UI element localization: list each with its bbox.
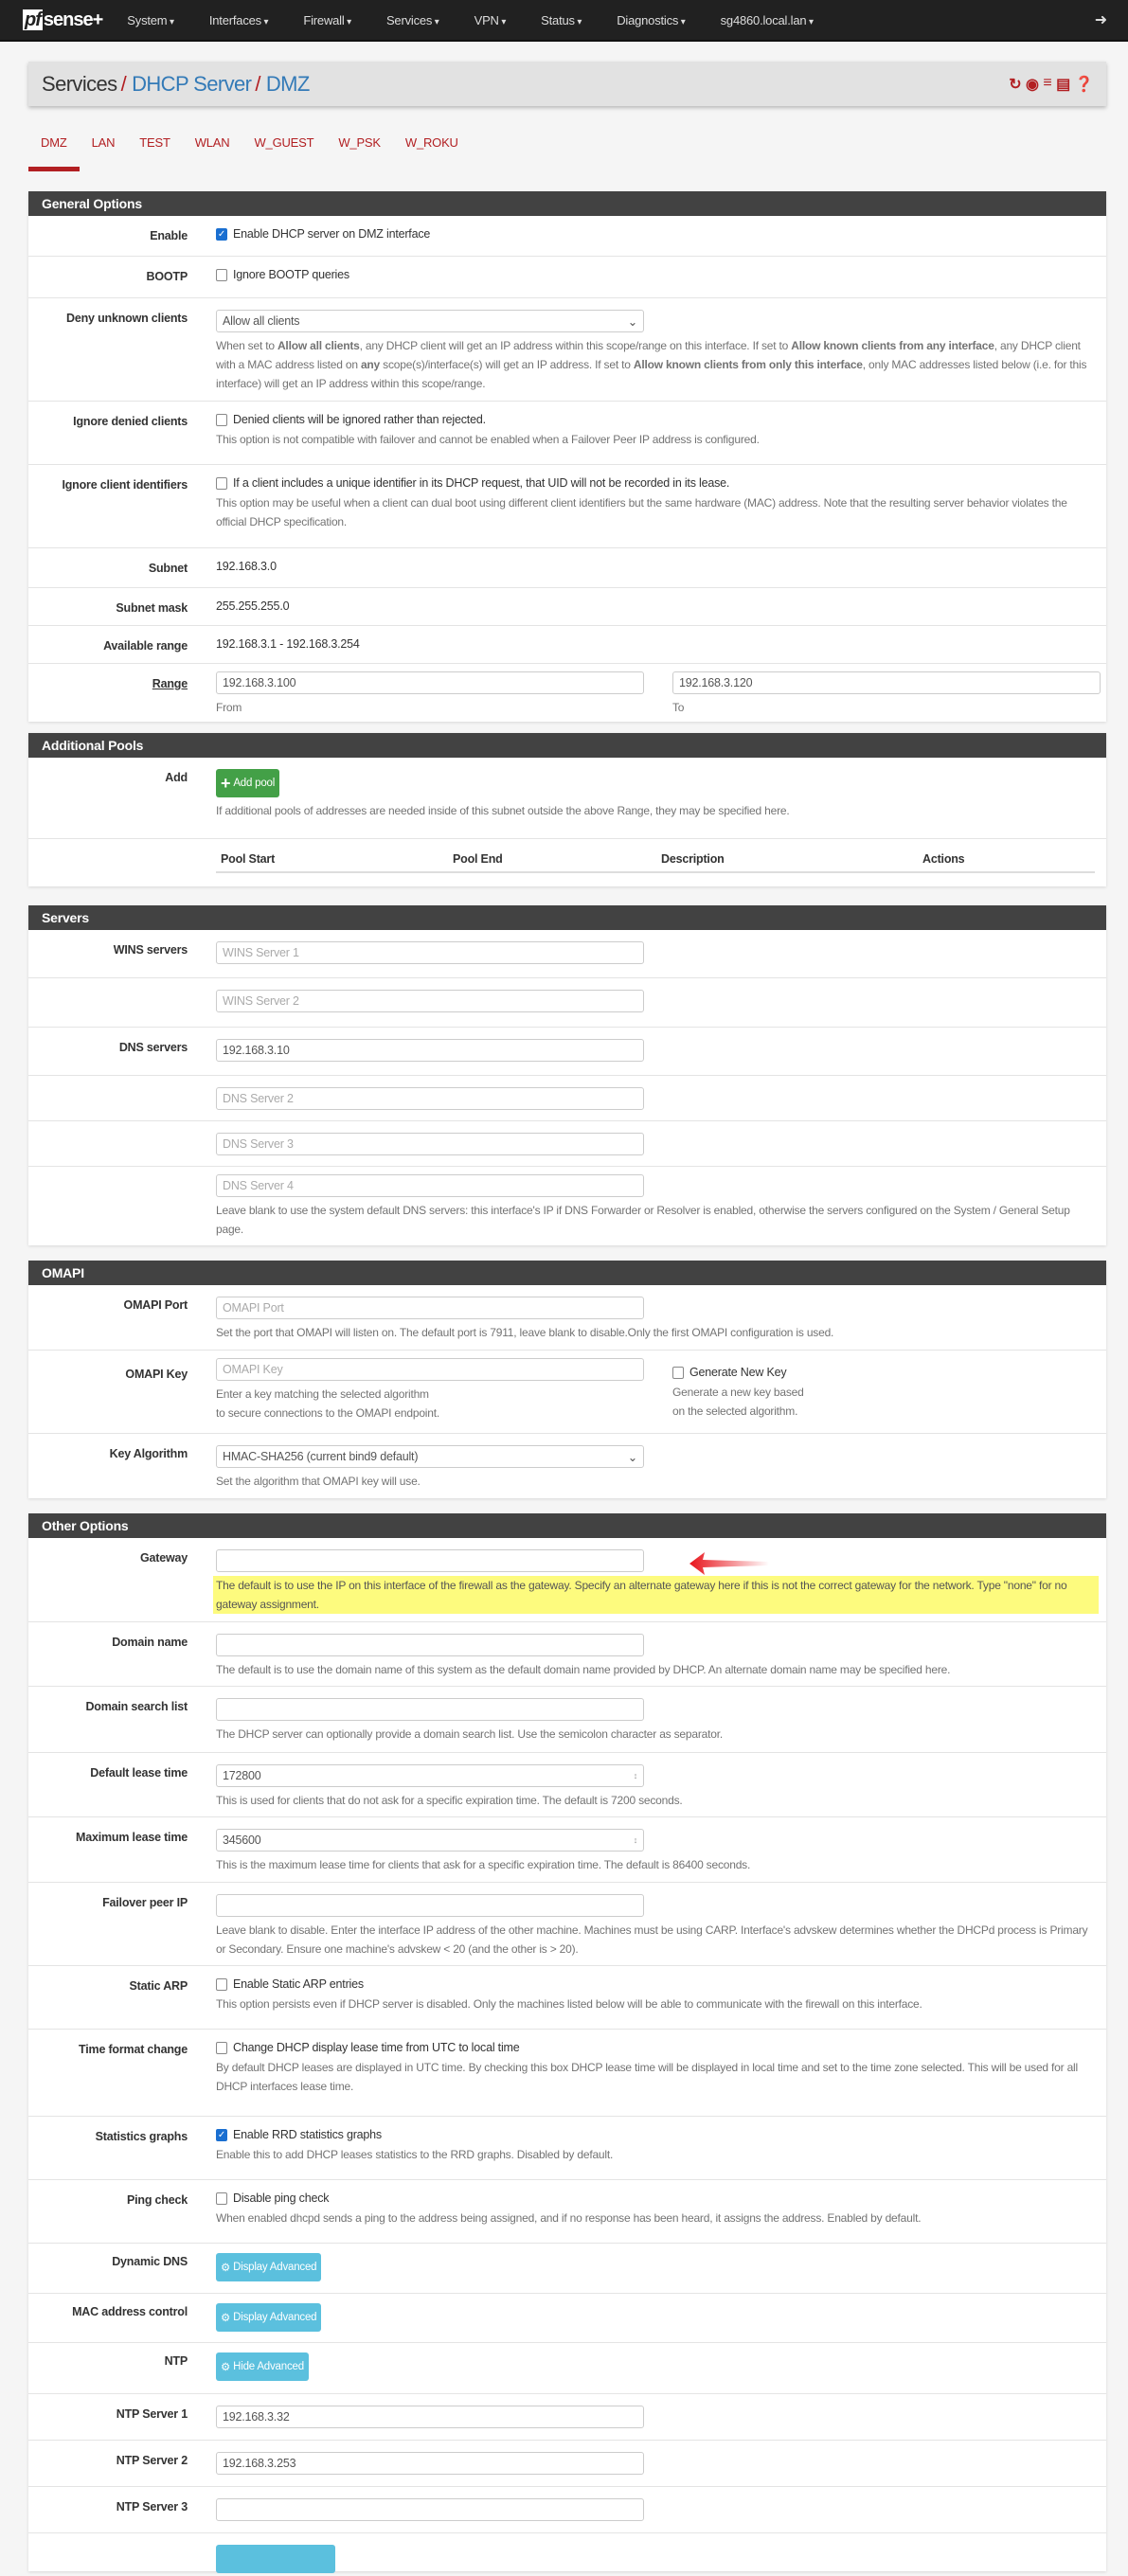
- plus-icon: +: [221, 773, 231, 793]
- section-title: General Options: [28, 191, 1106, 216]
- menu-system[interactable]: System: [127, 13, 174, 27]
- pools-table-header: Pool Start Pool End Description Actions: [216, 852, 1095, 873]
- sign-out-icon[interactable]: ➜: [1095, 10, 1107, 29]
- interface-tabs: DMZ LAN TEST WLAN W_GUEST W_PSK W_ROKU: [28, 135, 471, 171]
- static-arp-checkbox[interactable]: Enable Static ARP entries: [216, 1977, 1099, 1991]
- status-graph-icon[interactable]: ≡: [1043, 75, 1051, 94]
- gateway-input[interactable]: [216, 1549, 644, 1572]
- chevron-down-icon: ⌄: [627, 1450, 637, 1464]
- red-arrow-annotation: [689, 1552, 769, 1575]
- default-lease-time-input[interactable]: 172800 ↕: [216, 1764, 644, 1787]
- wins-server-1-input[interactable]: WINS Server 1: [216, 941, 644, 964]
- generate-new-key-checkbox[interactable]: Generate New Key: [672, 1366, 804, 1379]
- subnet-mask-value: 255.255.255.0: [216, 599, 290, 613]
- failover-peer-ip-input[interactable]: [216, 1894, 644, 1917]
- spinner-icon[interactable]: ↕: [634, 1835, 638, 1845]
- menu-vpn[interactable]: VPN: [474, 13, 507, 27]
- domain-name-input[interactable]: [216, 1634, 644, 1656]
- breadcrumb: Services / DHCP Server / DMZ ↻ ◉ ≡ ▤ ❓: [28, 62, 1106, 106]
- subnet-value: 192.168.3.0: [216, 560, 277, 573]
- tab-w-guest[interactable]: W_GUEST: [242, 135, 326, 171]
- dns-server-4-input[interactable]: DNS Server 4: [216, 1174, 644, 1197]
- range-to-input[interactable]: 192.168.3.120: [672, 671, 1101, 694]
- tab-w-psk[interactable]: W_PSK: [326, 135, 393, 171]
- omapi-panel: OMAPI OMAPI Port OMAPI Port Set the port t…: [28, 1261, 1106, 1498]
- ping-check-checkbox[interactable]: Disable ping check: [216, 2191, 1099, 2205]
- maximum-lease-time-input[interactable]: 345600 ↕: [216, 1829, 644, 1852]
- gear-icon: ⚙: [221, 2313, 231, 2324]
- deny-unknown-select[interactable]: Allow all clients ⌄: [216, 310, 644, 332]
- other-options-panel: Other Options Gateway The default is to u…: [28, 1513, 1106, 2573]
- menu-interfaces[interactable]: Interfaces: [209, 13, 269, 27]
- range-label[interactable]: Range: [28, 671, 188, 722]
- log-icon[interactable]: ▤: [1056, 75, 1070, 94]
- omapi-port-input[interactable]: OMAPI Port: [216, 1297, 644, 1319]
- menu-services[interactable]: Services: [386, 13, 439, 27]
- available-range-value: 192.168.3.1 - 192.168.3.254: [216, 637, 360, 651]
- tab-dmz[interactable]: DMZ: [28, 135, 80, 171]
- ntp-server-2-input[interactable]: 192.168.3.253: [216, 2452, 644, 2475]
- bootp-checkbox[interactable]: Ignore BOOTP queries: [216, 268, 1099, 281]
- menu-hostname[interactable]: sg4860.local.lan: [721, 13, 814, 27]
- tab-test[interactable]: TEST: [127, 135, 182, 171]
- dns-server-2-input[interactable]: DNS Server 2: [216, 1087, 644, 1110]
- dns-server-3-input[interactable]: DNS Server 3: [216, 1133, 644, 1155]
- breadcrumb-dhcp-server[interactable]: DHCP Server: [132, 72, 252, 97]
- gear-icon: ⚙: [221, 2263, 231, 2274]
- deny-help: When set to Allow all clients, any DHCP …: [216, 339, 1087, 390]
- domain-search-list-input[interactable]: [216, 1698, 644, 1721]
- gateway-help-highlighted: The default is to use the IP on this int…: [213, 1576, 1099, 1614]
- chevron-down-icon: ⌄: [627, 314, 637, 329]
- restart-service-icon[interactable]: ↻: [1009, 75, 1021, 94]
- top-navbar: pfsense+ System Interfaces Firewall Serv…: [0, 0, 1128, 42]
- wins-server-2-input[interactable]: WINS Server 2: [216, 990, 644, 1012]
- dns-server-1-input[interactable]: 192.168.3.10: [216, 1039, 644, 1062]
- pfsense-logo[interactable]: pf sense+: [23, 9, 103, 31]
- gear-icon: ⚙: [221, 2362, 231, 2373]
- range-from-input[interactable]: 192.168.3.100: [216, 671, 644, 694]
- time-format-checkbox[interactable]: Change DHCP display lease time from UTC …: [216, 2041, 1099, 2054]
- menu-status[interactable]: Status: [541, 13, 582, 27]
- key-algorithm-select[interactable]: HMAC-SHA256 (current bind9 default) ⌄: [216, 1445, 644, 1468]
- mac-control-display-advanced-button[interactable]: ⚙ Display Advanced: [216, 2303, 322, 2332]
- tab-lan[interactable]: LAN: [80, 135, 128, 171]
- spinner-icon[interactable]: ↕: [634, 1771, 638, 1780]
- ntp-server-3-input[interactable]: [216, 2498, 644, 2521]
- help-icon[interactable]: ❓: [1075, 75, 1094, 94]
- breadcrumb-dmz[interactable]: DMZ: [266, 72, 310, 97]
- stop-service-icon[interactable]: ◉: [1026, 75, 1039, 94]
- omapi-key-input[interactable]: OMAPI Key: [216, 1358, 644, 1381]
- menu-firewall[interactable]: Firewall: [303, 13, 351, 27]
- ntp-hide-advanced-button[interactable]: ⚙ Hide Advanced: [216, 2352, 309, 2381]
- add-pool-button[interactable]: + Add pool: [216, 769, 280, 797]
- servers-panel: Servers WINS servers WINS Server 1 WINS S…: [28, 905, 1106, 1245]
- enable-checkbox[interactable]: ✓ Enable DHCP server on DMZ interface: [216, 227, 1099, 241]
- ignore-client-ids-checkbox[interactable]: If a client includes a unique identifier…: [216, 476, 1099, 490]
- general-options-panel: General Options Enable ✓ Enable DHCP serve…: [28, 191, 1106, 722]
- ignore-denied-checkbox[interactable]: Denied clients will be ignored rather th…: [216, 413, 1099, 426]
- menu-diagnostics[interactable]: Diagnostics: [617, 13, 685, 27]
- tab-wlan[interactable]: WLAN: [183, 135, 242, 171]
- ntp-server-1-input[interactable]: 192.168.3.32: [216, 2406, 644, 2428]
- additional-pools-panel: Additional Pools Add + Add pool If additi…: [28, 733, 1106, 886]
- breadcrumb-services: Services: [42, 71, 117, 96]
- dynamic-dns-display-advanced-button[interactable]: ⚙ Display Advanced: [216, 2253, 322, 2281]
- tab-w-roku[interactable]: W_ROKU: [393, 135, 471, 171]
- statistics-graphs-checkbox[interactable]: ✓ Enable RRD statistics graphs: [216, 2128, 1099, 2141]
